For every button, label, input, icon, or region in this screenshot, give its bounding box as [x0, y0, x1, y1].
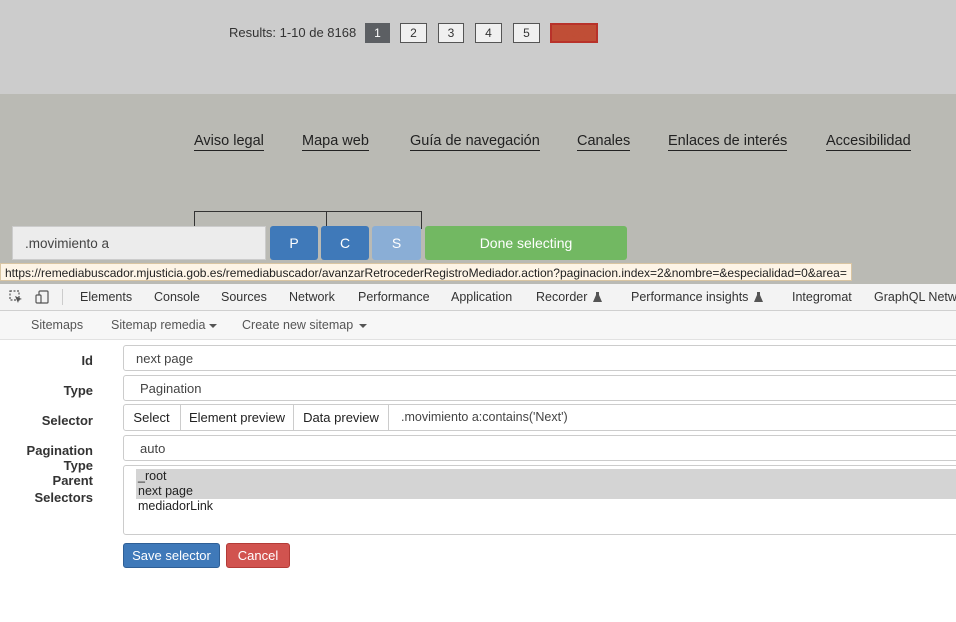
results-label: Results: — [229, 25, 276, 40]
cancel-button[interactable]: Cancel — [226, 543, 290, 568]
link-status-url: https://remediabuscador.mjusticia.gob.es… — [0, 263, 852, 281]
page-4-button[interactable]: 4 — [475, 23, 502, 43]
tab-graphql-network[interactable]: GraphQL Network — [874, 290, 956, 304]
flask-icon — [592, 292, 602, 302]
page-5-button[interactable]: 5 — [513, 23, 540, 43]
results-count: Results: 1-10 de 8168 — [229, 25, 356, 40]
nav-sitemap-menu[interactable]: Sitemap remedia — [111, 318, 217, 332]
id-field[interactable]: next page — [123, 345, 956, 371]
footer-link-mapa-web[interactable]: Mapa web — [302, 133, 369, 151]
type-label: Type — [63, 383, 93, 398]
tab-performance-insights[interactable]: Performance insights — [631, 290, 763, 304]
tab-console[interactable]: Console — [154, 290, 200, 304]
inspect-icon[interactable] — [9, 290, 23, 304]
type-select[interactable]: Pagination — [123, 375, 956, 401]
nav-sitemap-menu-label: Sitemap remedia — [111, 318, 206, 332]
tab-performance[interactable]: Performance — [358, 290, 430, 304]
pagination-type-label: Pagination Type — [26, 443, 93, 473]
tab-elements[interactable]: Elements — [80, 290, 132, 304]
page-3-button[interactable]: 3 — [438, 23, 464, 43]
done-selecting-button[interactable]: Done selecting — [425, 226, 627, 260]
tab-recorder-label: Recorder — [536, 290, 588, 304]
flask-icon — [753, 292, 763, 302]
next-page-button[interactable]: Next — [550, 23, 598, 43]
data-preview-button[interactable]: Data preview — [294, 404, 389, 431]
chevron-down-icon — [359, 323, 368, 328]
footer-link-canales[interactable]: Canales — [577, 133, 631, 151]
footer-link-guia[interactable]: Guía de navegación — [410, 133, 540, 151]
parent-option-next-page[interactable]: next page — [136, 484, 956, 499]
save-selector-button[interactable]: Save selector — [123, 543, 220, 568]
id-label: Id — [81, 353, 93, 368]
select-similar-button[interactable]: S — [372, 226, 421, 260]
parent-selectors-label-2: Selectors — [34, 490, 93, 505]
nav-sitemaps[interactable]: Sitemaps — [31, 318, 83, 332]
footer-link-aviso-legal[interactable]: Aviso legal — [194, 133, 264, 151]
footer-link-accesibilidad[interactable]: Accesibilidad — [826, 133, 911, 151]
selector-field[interactable]: .movimiento a:contains('Next') — [401, 410, 568, 424]
selector-preview-input[interactable]: .movimiento a — [12, 226, 266, 260]
footer-link-enlaces[interactable]: Enlaces de interés — [668, 133, 788, 151]
tab-application[interactable]: Application — [451, 290, 512, 304]
tab-performance-insights-label: Performance insights — [631, 290, 749, 304]
nav-create-sitemap-label: Create new sitemap — [242, 318, 354, 332]
tab-network[interactable]: Network — [289, 290, 335, 304]
results-range: 1-10 de 8168 — [279, 25, 357, 40]
element-preview-button[interactable]: Element preview — [181, 404, 294, 431]
tab-integromat[interactable]: Integromat — [792, 290, 852, 304]
pagination-type-select[interactable]: auto — [123, 435, 956, 461]
select-child-button[interactable]: C — [321, 226, 369, 260]
select-parent-button[interactable]: P — [270, 226, 318, 260]
parent-selectors-label-1: Parent — [52, 473, 93, 488]
tab-sources[interactable]: Sources — [221, 290, 267, 304]
page-2-button[interactable]: 2 — [400, 23, 427, 43]
page-top-area — [0, 0, 956, 94]
chevron-down-icon — [208, 323, 217, 328]
devtools-separator — [62, 289, 63, 305]
nav-create-sitemap[interactable]: Create new sitemap — [242, 318, 368, 332]
page-1-button[interactable]: 1 — [365, 23, 390, 43]
device-toggle-icon[interactable] — [35, 290, 49, 304]
select-button[interactable]: Select — [123, 404, 181, 431]
tab-recorder[interactable]: Recorder — [536, 290, 602, 304]
parent-option-mediador-link[interactable]: mediadorLink — [136, 499, 956, 514]
parent-option-root[interactable]: _root — [136, 469, 956, 484]
selector-label: Selector — [41, 413, 93, 428]
